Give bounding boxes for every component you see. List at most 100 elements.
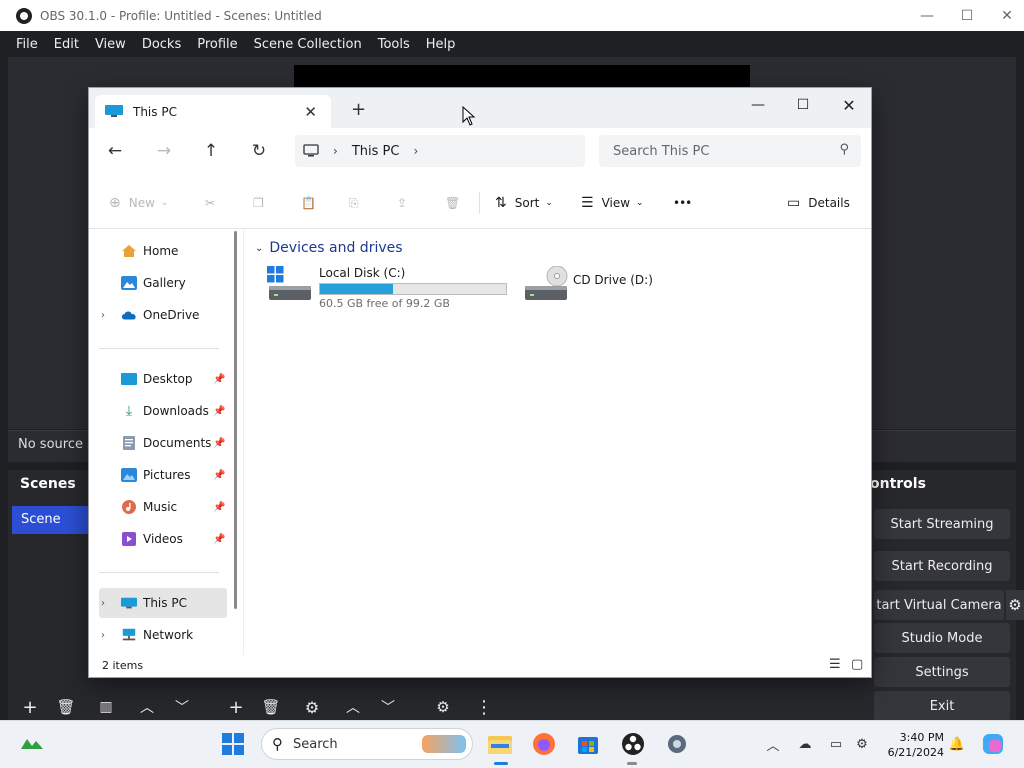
breadcrumb-expand-chevron-icon[interactable]: › (413, 144, 418, 158)
obs-taskbar-icon[interactable] (619, 730, 647, 758)
cut-scissors-icon[interactable]: ✂ (205, 192, 215, 214)
pin-icon[interactable]: 📌 (213, 374, 225, 385)
refresh-icon[interactable]: ↻ (244, 138, 274, 164)
exit-button[interactable]: Exit (874, 691, 1010, 721)
move-source-down-icon[interactable]: ﹀ (374, 694, 402, 720)
menu-file[interactable]: File (16, 37, 38, 52)
close-tab-icon[interactable]: ✕ (304, 103, 317, 121)
start-windows-icon[interactable] (219, 730, 247, 758)
file-explorer-taskbar-icon[interactable] (486, 730, 514, 758)
sidebar-item-desktop[interactable]: Desktop 📌 (99, 364, 227, 394)
scene-filter-icon[interactable]: ▥ (92, 694, 120, 720)
add-source-plus-icon[interactable]: + (222, 694, 250, 720)
sidebar-item-gallery[interactable]: Gallery (99, 268, 227, 298)
notification-bell-icon[interactable]: 🔔 (948, 736, 966, 752)
drive-d-item[interactable]: CD Drive (D:) (573, 273, 653, 287)
group-collapse-chevron-icon[interactable]: ⌄ (255, 243, 263, 254)
details-view-icon[interactable]: ☰ (829, 657, 841, 672)
virtual-camera-settings-gear-icon[interactable]: ⚙ (1006, 590, 1024, 620)
pin-icon[interactable]: 📌 (213, 406, 225, 417)
search-box[interactable]: Search This PC ⚲ (599, 135, 861, 167)
start-virtual-camera-button[interactable]: tart Virtual Camera (874, 590, 1004, 620)
explorer-maximize-button[interactable]: ☐ (780, 92, 826, 118)
menu-docks[interactable]: Docks (142, 37, 181, 52)
sidebar-item-home[interactable]: Home (99, 236, 227, 266)
sidebar-item-pictures[interactable]: Pictures 📌 (99, 460, 227, 490)
onedrive-offline-icon[interactable]: ☁ (796, 736, 814, 752)
taskbar-search[interactable]: ⚲ Search (261, 728, 473, 760)
sidebar-item-network[interactable]: › Network (99, 620, 227, 650)
new-button[interactable]: ⊕ New ⌄ (109, 192, 168, 214)
taskbar-clock[interactable]: 3:40 PM 6/21/2024 (882, 730, 944, 760)
sidebar-item-videos[interactable]: Videos 📌 (99, 524, 227, 554)
move-source-up-icon[interactable]: ︿ (339, 694, 367, 720)
copilot-icon[interactable] (979, 730, 1007, 758)
view-button[interactable]: ☰ View ⌄ (581, 192, 644, 214)
large-icons-view-icon[interactable]: ▢ (851, 657, 863, 672)
rename-icon[interactable]: ⎘ (349, 192, 359, 214)
drive-d-icon[interactable] (523, 265, 569, 306)
pin-icon[interactable]: 📌 (213, 438, 225, 449)
start-streaming-button[interactable]: Start Streaming (874, 509, 1010, 539)
tray-overflow-chevron-icon[interactable]: ︿ (764, 736, 782, 754)
move-scene-down-icon[interactable]: ﹀ (168, 694, 196, 720)
expand-chevron-icon[interactable]: › (101, 310, 105, 321)
new-tab-plus-icon[interactable]: + (351, 99, 366, 120)
add-scene-plus-icon[interactable]: + (16, 694, 44, 720)
address-bar[interactable]: › This PC › (295, 135, 585, 167)
pin-icon[interactable]: 📌 (213, 534, 225, 545)
pin-icon[interactable]: 📌 (213, 470, 225, 481)
remove-source-trash-icon[interactable]: 🗑 (257, 694, 285, 720)
copy-icon[interactable]: ❐ (253, 192, 264, 214)
obs-close-button[interactable]: ✕ (984, 0, 1024, 31)
explorer-close-button[interactable]: ✕ (826, 92, 872, 118)
navigation-scrollbar[interactable] (234, 231, 237, 609)
details-button[interactable]: ▭ Details (787, 192, 850, 214)
widgets-icon[interactable] (18, 730, 46, 758)
studio-mode-button[interactable]: Studio Mode (874, 623, 1010, 653)
remove-scene-trash-icon[interactable]: 🗑 (52, 694, 80, 720)
display-icon[interactable]: ▭ (827, 736, 845, 752)
audio-advanced-gear-icon[interactable]: ⚙ (429, 694, 457, 720)
network-volume-icon[interactable]: ⚙ (853, 736, 871, 752)
scene-list-item[interactable]: Scene (12, 506, 92, 534)
sidebar-item-documents[interactable]: Documents 📌 (99, 428, 227, 458)
pin-icon[interactable]: 📌 (213, 502, 225, 513)
devices-and-drives-group-header[interactable]: ⌄ Devices and drives (255, 240, 403, 256)
menu-help[interactable]: Help (426, 37, 456, 52)
pane-divider[interactable] (243, 229, 244, 655)
sidebar-item-downloads[interactable]: ⤓ Downloads 📌 (99, 396, 227, 426)
expand-chevron-icon[interactable]: › (101, 598, 105, 609)
menu-edit[interactable]: Edit (54, 37, 79, 52)
microsoft-store-icon[interactable] (574, 730, 602, 758)
drive-c-icon[interactable] (267, 266, 313, 306)
breadcrumb-this-pc[interactable]: This PC (352, 144, 400, 159)
sort-button[interactable]: ⇅ Sort ⌄ (495, 192, 553, 214)
menu-tools[interactable]: Tools (378, 37, 410, 52)
firefox-icon[interactable] (530, 730, 558, 758)
settings-button[interactable]: Settings (874, 657, 1010, 687)
sidebar-item-this-pc[interactable]: › This PC (99, 588, 227, 618)
sidebar-item-music[interactable]: Music 📌 (99, 492, 227, 522)
explorer-minimize-button[interactable]: — (735, 92, 781, 118)
up-arrow-icon[interactable]: ↑ (196, 138, 226, 164)
menu-profile[interactable]: Profile (197, 37, 237, 52)
more-options-icon[interactable]: ••• (673, 192, 692, 214)
forward-arrow-icon[interactable]: → (149, 138, 179, 164)
share-icon[interactable]: ⇪ (397, 192, 407, 214)
paste-clipboard-icon[interactable]: 📋 (301, 192, 316, 214)
move-scene-up-icon[interactable]: ︿ (133, 694, 161, 720)
drive-c-item[interactable]: Local Disk (C:) 60.5 GB free of 99.2 GB (319, 266, 507, 310)
menu-view[interactable]: View (95, 37, 126, 52)
settings-gear-icon[interactable] (663, 730, 691, 758)
start-recording-button[interactable]: Start Recording (874, 551, 1010, 581)
delete-trash-icon[interactable]: 🗑 (445, 192, 460, 214)
explorer-tab-this-pc[interactable]: This PC ✕ (95, 95, 331, 128)
back-arrow-icon[interactable]: ← (100, 138, 130, 164)
expand-chevron-icon[interactable]: › (101, 630, 105, 641)
sidebar-item-onedrive[interactable]: › OneDrive (99, 300, 227, 330)
menu-scene-collection[interactable]: Scene Collection (254, 37, 362, 52)
source-properties-gear-icon[interactable]: ⚙ (298, 694, 326, 720)
audio-menu-more-icon[interactable]: ⋮ (470, 694, 498, 720)
breadcrumb-chevron-icon[interactable]: › (333, 144, 338, 158)
